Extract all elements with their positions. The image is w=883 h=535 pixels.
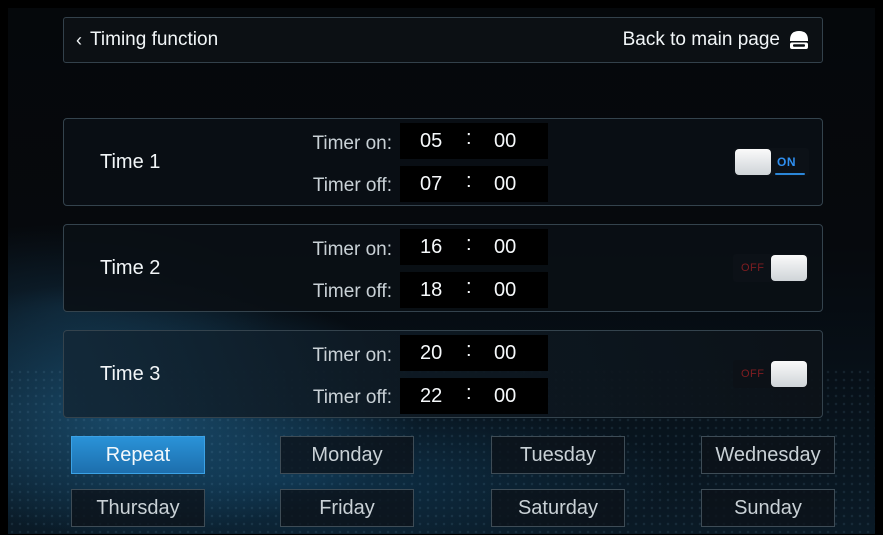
timer-on-time[interactable]: 20 : 00 (400, 335, 548, 371)
back-button[interactable]: ‹ Timing function (76, 18, 218, 62)
toggle-state: ON (777, 155, 796, 169)
toggle-knob (735, 149, 771, 175)
hour-value[interactable]: 07 (420, 173, 442, 196)
timer-row-3: Time 3 Timer on: Timer off: 20 : 00 22 :… (63, 330, 823, 418)
timer-off-time[interactable]: 22 : 00 (400, 378, 548, 414)
day-button-thursday[interactable]: Thursday (71, 489, 205, 527)
hour-value[interactable]: 20 (420, 342, 442, 365)
timer-on-label: Timer on: (312, 133, 392, 154)
timer-on-label: Timer on: (312, 345, 392, 366)
minute-value[interactable]: 00 (494, 279, 516, 302)
timer-off-time[interactable]: 18 : 00 (400, 272, 548, 308)
day-button-monday[interactable]: Monday (280, 436, 414, 474)
header-bar: ‹ Timing function Back to main page (63, 17, 823, 63)
hour-value[interactable]: 22 (420, 385, 442, 408)
minute-value[interactable]: 00 (494, 342, 516, 365)
minute-value[interactable]: 00 (494, 385, 516, 408)
timer-toggle[interactable]: OFF (733, 254, 809, 282)
time-separator: : (466, 127, 472, 149)
time-separator: : (466, 339, 472, 361)
hour-value[interactable]: 05 (420, 130, 442, 153)
main-page-button[interactable]: Back to main page (623, 18, 810, 62)
toggle-knob (771, 361, 807, 387)
timer-off-label: Timer off: (312, 175, 392, 196)
timer-off-time[interactable]: 07 : 00 (400, 166, 548, 202)
time-separator: : (466, 233, 472, 255)
timer-on-time[interactable]: 16 : 00 (400, 229, 548, 265)
time-separator: : (466, 382, 472, 404)
minute-value[interactable]: 00 (494, 173, 516, 196)
timer-toggle[interactable]: ON (733, 148, 809, 176)
toggle-knob (771, 255, 807, 281)
timer-title: Time 3 (100, 362, 161, 385)
chevron-left-icon: ‹ (76, 29, 82, 50)
day-button-friday[interactable]: Friday (280, 489, 414, 527)
timer-row-1: Time 1 Timer on: Timer off: 05 : 00 07 :… (63, 118, 823, 206)
hour-value[interactable]: 18 (420, 279, 442, 302)
timer-title: Time 1 (100, 150, 161, 173)
toggle-state: OFF (741, 368, 765, 380)
day-button-repeat[interactable]: Repeat (71, 436, 205, 474)
home-icon (788, 29, 810, 51)
day-button-sunday[interactable]: Sunday (701, 489, 835, 527)
timer-on-label: Timer on: (312, 239, 392, 260)
timer-toggle[interactable]: OFF (733, 360, 809, 388)
timer-on-time[interactable]: 05 : 00 (400, 123, 548, 159)
day-button-saturday[interactable]: Saturday (491, 489, 625, 527)
time-separator: : (466, 170, 472, 192)
minute-value[interactable]: 00 (494, 130, 516, 153)
minute-value[interactable]: 00 (494, 236, 516, 259)
timer-off-label: Timer off: (312, 387, 392, 408)
hour-value[interactable]: 16 (420, 236, 442, 259)
back-label: Timing function (90, 29, 219, 50)
timer-row-2: Time 2 Timer on: Timer off: 16 : 00 18 :… (63, 224, 823, 312)
timer-title: Time 2 (100, 256, 161, 279)
toggle-state: OFF (741, 262, 765, 274)
day-button-tuesday[interactable]: Tuesday (491, 436, 625, 474)
main-page-label: Back to main page (622, 29, 780, 50)
timer-off-label: Timer off: (312, 281, 392, 302)
time-separator: : (466, 276, 472, 298)
day-button-wednesday[interactable]: Wednesday (701, 436, 835, 474)
